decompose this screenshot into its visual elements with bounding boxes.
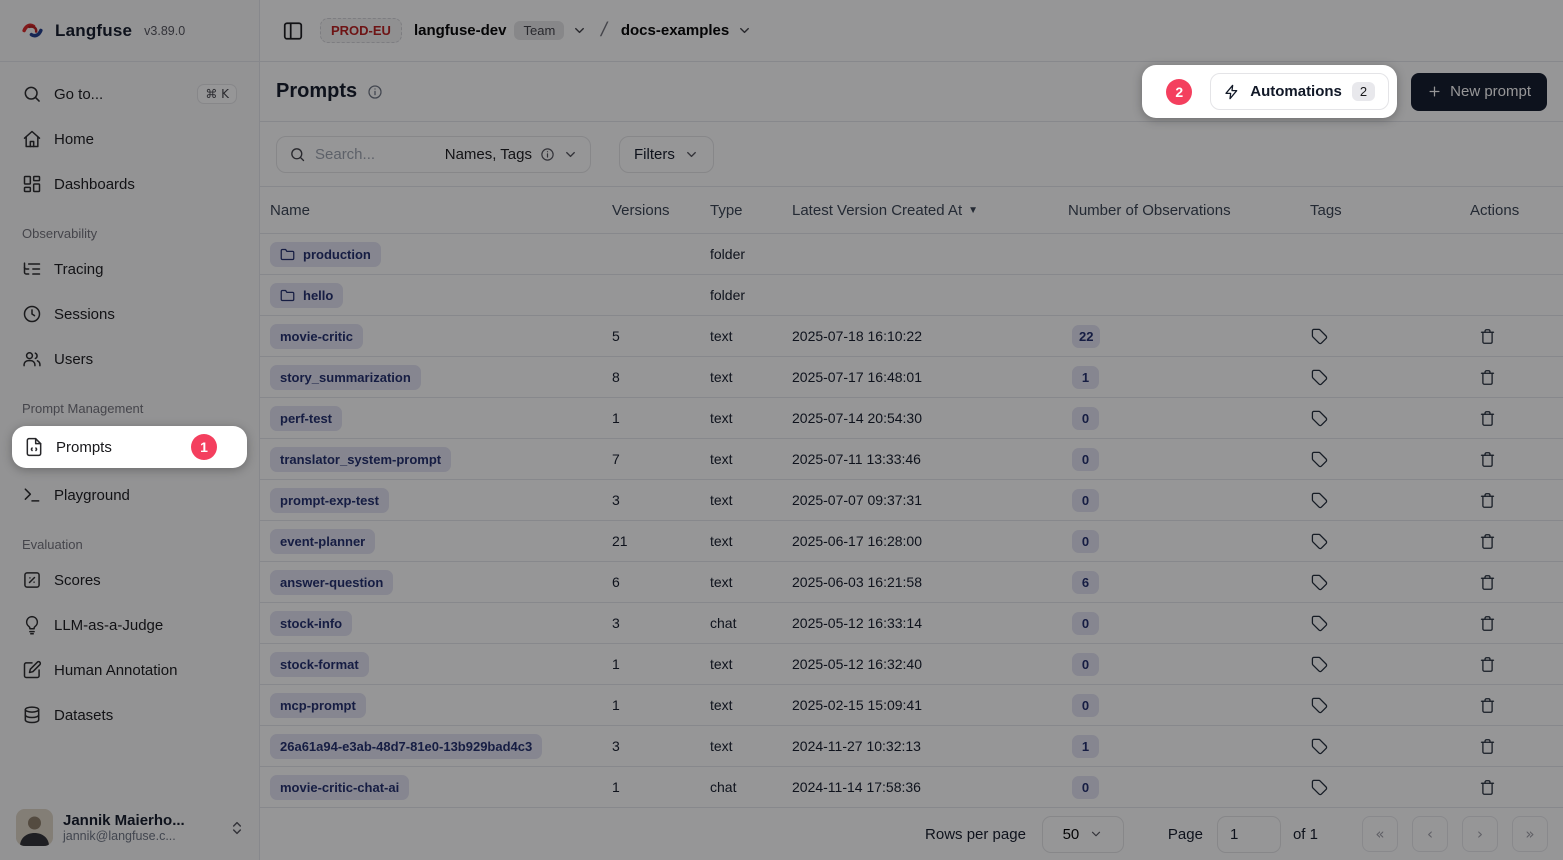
automations-tour-stage: 2 Automations 2 <box>1142 65 1397 118</box>
automations-count-badge: 2 <box>1352 82 1375 101</box>
automations-button[interactable]: Automations 2 <box>1210 73 1389 110</box>
file-code-icon <box>24 437 44 457</box>
sidebar-item-prompts[interactable]: Prompts 1 <box>12 426 247 468</box>
automations-label: Automations <box>1250 83 1342 100</box>
tour-step-1-badge: 1 <box>191 434 217 460</box>
zap-icon <box>1224 84 1240 100</box>
tour-step-2-badge: 2 <box>1166 79 1192 105</box>
sidebar-item-label: Prompts <box>56 439 112 456</box>
